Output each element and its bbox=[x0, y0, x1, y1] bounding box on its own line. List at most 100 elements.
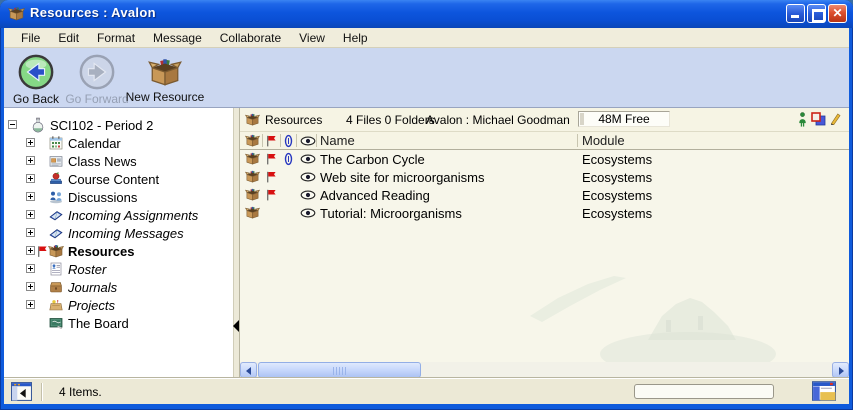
free-space-gauge: 48M Free bbox=[578, 111, 670, 127]
scrollbar-thumb[interactable] bbox=[258, 362, 421, 378]
menu-collaborate[interactable]: Collaborate bbox=[211, 29, 290, 47]
menu-file[interactable]: File bbox=[12, 29, 49, 47]
free-space-label: 48M Free bbox=[598, 112, 649, 126]
go-back-icon bbox=[17, 53, 55, 91]
statusbar-separator bbox=[41, 383, 42, 401]
expand-box-icon[interactable] bbox=[26, 246, 35, 255]
flask-icon bbox=[30, 117, 46, 133]
file-module: Ecosystems bbox=[582, 188, 652, 203]
tree-item-label[interactable]: Incoming Messages bbox=[68, 226, 184, 241]
expand-box-icon[interactable] bbox=[26, 228, 35, 237]
scrollbar-grip bbox=[333, 367, 347, 375]
tree-item-label[interactable]: Class News bbox=[68, 154, 137, 169]
person-icon[interactable] bbox=[798, 112, 807, 127]
menu-message[interactable]: Message bbox=[144, 29, 211, 47]
expand-box-icon[interactable] bbox=[26, 210, 35, 219]
scroll-right-button[interactable] bbox=[832, 362, 849, 378]
file-folder-count: 4 Files 0 Folders bbox=[346, 113, 435, 127]
close-button[interactable] bbox=[828, 4, 847, 23]
crate-column-icon[interactable] bbox=[245, 133, 260, 148]
file-row[interactable]: Web site for microorganisms Ecosystems bbox=[240, 168, 849, 186]
book-icon bbox=[48, 225, 64, 241]
layout-panels-icon[interactable] bbox=[812, 381, 836, 401]
eye-icon bbox=[300, 190, 316, 200]
eye-column-icon[interactable] bbox=[300, 136, 316, 146]
expand-box-icon[interactable] bbox=[26, 138, 35, 147]
list-header-bar: Resources 4 Files 0 Folders Avalon : Mic… bbox=[240, 108, 849, 132]
menu-help[interactable]: Help bbox=[334, 29, 377, 47]
crate-icon bbox=[48, 243, 64, 259]
name-column-header[interactable]: Name bbox=[320, 133, 355, 148]
status-progress-field bbox=[634, 384, 774, 399]
module-column-header[interactable]: Module bbox=[582, 133, 625, 148]
resource-crate-icon bbox=[245, 187, 260, 202]
panel-splitter[interactable] bbox=[233, 108, 240, 378]
status-bar: 4 Items. bbox=[4, 378, 849, 404]
menu-edit[interactable]: Edit bbox=[49, 29, 88, 47]
location-label: Resources bbox=[265, 113, 322, 127]
new-resource-button[interactable]: New Resource bbox=[124, 51, 206, 104]
toolbar: Go Back Go Forward New Resource bbox=[4, 48, 849, 108]
horizontal-scrollbar[interactable] bbox=[240, 362, 849, 378]
minimize-button[interactable] bbox=[786, 4, 805, 23]
tree-root-label[interactable]: SCI102 - Period 2 bbox=[50, 118, 153, 133]
tree-item-label[interactable]: Course Content bbox=[68, 172, 159, 187]
file-module: Ecosystems bbox=[582, 206, 652, 221]
menu-format[interactable]: Format bbox=[88, 29, 144, 47]
splitter-collapse-icon[interactable] bbox=[233, 320, 239, 332]
tree-item-label[interactable]: Journals bbox=[68, 280, 117, 295]
news-icon bbox=[48, 153, 64, 169]
resource-crate-icon bbox=[245, 205, 260, 220]
crate-icon bbox=[245, 112, 260, 127]
file-list-panel: Resources 4 Files 0 Folders Avalon : Mic… bbox=[240, 108, 849, 378]
new-resource-label: New Resource bbox=[124, 90, 206, 104]
tree-item-label[interactable]: Resources bbox=[68, 244, 134, 259]
calendar-icon bbox=[48, 135, 64, 151]
journal-icon bbox=[48, 279, 64, 295]
file-name[interactable]: Tutorial: Microorganisms bbox=[320, 206, 462, 221]
tree-item-label[interactable]: Discussions bbox=[68, 190, 137, 205]
maximize-button[interactable] bbox=[807, 4, 826, 23]
file-module: Ecosystems bbox=[582, 170, 652, 185]
file-module: Ecosystems bbox=[582, 152, 652, 167]
file-row[interactable]: Advanced Reading Ecosystems bbox=[240, 186, 849, 204]
toggle-tree-panel-icon[interactable] bbox=[11, 382, 32, 401]
book-icon bbox=[48, 207, 64, 223]
expand-box-icon[interactable] bbox=[26, 282, 35, 291]
expand-box-icon[interactable] bbox=[26, 156, 35, 165]
expand-box-icon[interactable] bbox=[26, 174, 35, 183]
file-row[interactable]: The Carbon Cycle Ecosystems bbox=[240, 150, 849, 168]
layers-icon[interactable] bbox=[811, 112, 826, 126]
tree-item-label[interactable]: Calendar bbox=[68, 136, 121, 151]
collapse-box-icon[interactable] bbox=[8, 120, 17, 129]
paperclip-column-icon[interactable] bbox=[284, 134, 293, 148]
go-back-button[interactable]: Go Back bbox=[10, 51, 62, 106]
scroll-left-icon bbox=[246, 367, 251, 375]
eye-icon bbox=[300, 172, 316, 182]
tree-item-label[interactable]: The Board bbox=[68, 316, 129, 331]
discussion-people-icon bbox=[48, 189, 64, 205]
column-separator bbox=[316, 134, 317, 147]
file-row[interactable]: Tutorial: Microorganisms Ecosystems bbox=[240, 204, 849, 222]
file-name[interactable]: Advanced Reading bbox=[320, 188, 430, 203]
expand-box-icon[interactable] bbox=[26, 300, 35, 309]
resource-crate-icon bbox=[245, 151, 260, 166]
file-name[interactable]: The Carbon Cycle bbox=[320, 152, 425, 167]
app-crate-icon bbox=[8, 5, 25, 22]
title-bar[interactable]: Resources : Avalon bbox=[0, 0, 853, 28]
tree-item-label[interactable]: Projects bbox=[68, 298, 115, 313]
column-separator bbox=[262, 134, 263, 147]
new-resource-icon bbox=[148, 55, 182, 89]
expand-box-icon[interactable] bbox=[26, 192, 35, 201]
go-forward-button: Go Forward bbox=[62, 51, 132, 106]
tree-item-label[interactable]: Roster bbox=[68, 262, 106, 277]
file-name[interactable]: Web site for microorganisms bbox=[320, 170, 484, 185]
flag-column-icon[interactable] bbox=[266, 135, 276, 147]
expand-box-icon[interactable] bbox=[26, 264, 35, 273]
class-tree-panel: SCI102 - Period 2 Calendar Class News Co… bbox=[4, 108, 233, 378]
pencil-icon[interactable] bbox=[830, 112, 841, 125]
eye-icon bbox=[300, 154, 316, 164]
tree-item-label[interactable]: Incoming Assignments bbox=[68, 208, 198, 223]
scroll-left-button[interactable] bbox=[240, 362, 257, 378]
menu-view[interactable]: View bbox=[290, 29, 334, 47]
